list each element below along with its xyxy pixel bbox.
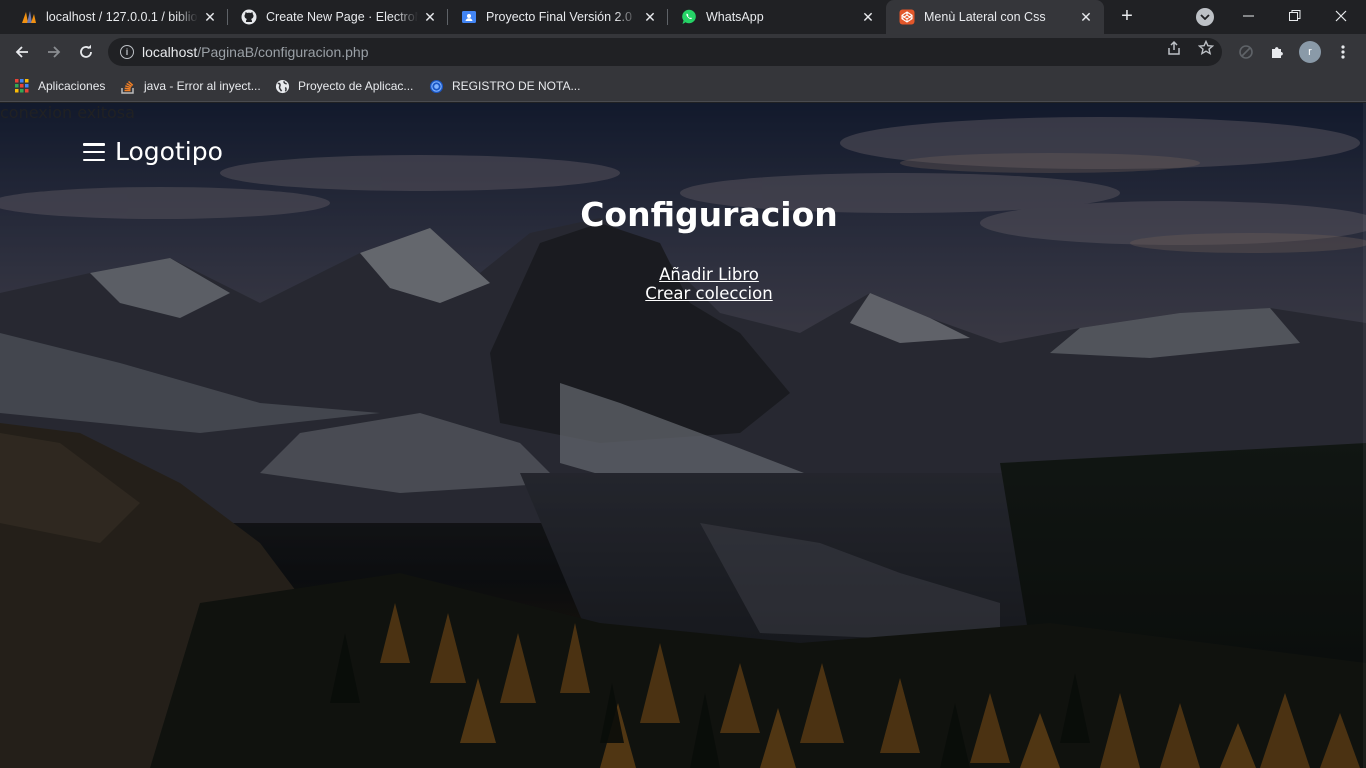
close-icon[interactable]: ✕	[1078, 9, 1094, 25]
url-path: /PaginaB/configuracion.php	[197, 44, 369, 60]
minimize-icon	[1243, 15, 1254, 17]
restore-button[interactable]	[1272, 0, 1318, 32]
github-icon	[240, 8, 258, 26]
restore-icon	[1289, 10, 1301, 21]
url-host: localhost	[142, 44, 198, 60]
create-collection-link[interactable]: Crear coleccion	[0, 284, 1366, 303]
new-tab-button[interactable]: +	[1116, 6, 1138, 28]
whatsapp-icon	[680, 8, 698, 26]
bookmark-label: java - Error al inyect...	[144, 79, 261, 93]
connection-status-text: conexion exitosa	[0, 103, 135, 122]
tab-title: Create New Page · ElectroMag	[266, 10, 418, 24]
apps-grid-icon	[14, 78, 30, 94]
tab-github[interactable]: Create New Page · ElectroMag ✕	[228, 0, 448, 34]
tab-phpmyadmin[interactable]: localhost / 127.0.0.1 / biblioteca ✕	[8, 0, 228, 34]
share-icon[interactable]	[1166, 40, 1182, 56]
page-title: Configuracion	[580, 195, 838, 234]
tab-title: Proyecto Final Versión 2.0	[486, 10, 632, 24]
address-bar[interactable]: i localhost/PaginaB/configuracion.php	[108, 38, 1222, 66]
logo-text[interactable]: Logotipo	[115, 137, 223, 166]
bookmark-registro-notas[interactable]: REGISTRO DE NOTA...	[428, 76, 580, 96]
bookmark-label: Aplicaciones	[38, 79, 106, 93]
close-icon[interactable]: ✕	[642, 9, 658, 25]
bookmark-star-icon[interactable]	[1198, 40, 1214, 56]
close-icon	[1335, 10, 1347, 22]
tab-search-button[interactable]	[1196, 8, 1214, 26]
bookmark-proyecto-aplicacion[interactable]: Proyecto de Aplicac...	[274, 76, 413, 96]
arrow-left-icon	[15, 46, 28, 58]
close-window-button[interactable]	[1318, 0, 1364, 32]
tab-classroom[interactable]: Proyecto Final Versión 2.0 ✕	[448, 0, 668, 34]
globe-icon	[274, 78, 290, 94]
tab-strip: localhost / 127.0.0.1 / biblioteca ✕ Cre…	[0, 0, 1366, 34]
close-icon[interactable]: ✕	[860, 9, 876, 25]
bookmark-aplicaciones[interactable]: Aplicaciones	[14, 76, 105, 96]
add-book-link[interactable]: Añadir Libro	[0, 265, 1366, 284]
close-icon[interactable]: ✕	[202, 9, 218, 25]
tab-whatsapp[interactable]: WhatsApp ✕	[668, 0, 886, 34]
google-classroom-icon	[460, 8, 478, 26]
browser-toolbar: i localhost/PaginaB/configuracion.php r	[0, 34, 1366, 70]
minimize-button[interactable]	[1226, 0, 1272, 32]
bookmark-java-error[interactable]: java - Error al inyect...	[120, 76, 261, 96]
bookmarks-bar: Aplicaciones java - Error al inyect... P…	[0, 70, 1366, 102]
tab-title: WhatsApp	[706, 10, 764, 24]
close-icon[interactable]: ✕	[422, 9, 438, 25]
reload-icon	[80, 44, 92, 58]
reload-button[interactable]	[72, 38, 100, 66]
bookmark-label: REGISTRO DE NOTA...	[452, 79, 581, 93]
chevron-down-icon	[1200, 14, 1210, 20]
hamburger-menu-icon[interactable]	[83, 141, 105, 163]
codepen-icon	[898, 8, 916, 26]
stackoverflow-icon	[120, 78, 136, 94]
arrow-right-icon	[48, 46, 61, 58]
registro-icon	[428, 78, 444, 94]
page-viewport: conexion exitosa Logotipo Configuracion …	[0, 103, 1366, 768]
tab-title: localhost / 127.0.0.1 / biblioteca	[46, 10, 198, 24]
forward-button[interactable]	[40, 38, 68, 66]
config-links: Añadir Libro Crear coleccion	[0, 265, 1366, 303]
more-menu-icon[interactable]	[1333, 42, 1353, 62]
profile-avatar[interactable]: r	[1299, 41, 1321, 63]
extensions-puzzle-icon[interactable]	[1268, 42, 1288, 62]
bookmark-label: Proyecto de Aplicac...	[298, 79, 414, 93]
phpmyadmin-icon	[20, 8, 38, 26]
tab-title: Menù Lateral con Css	[924, 10, 1046, 24]
extension-sync-icon[interactable]	[1236, 42, 1256, 62]
info-icon[interactable]: i	[120, 45, 134, 59]
tab-menu-lateral[interactable]: Menù Lateral con Css ✕	[886, 0, 1104, 34]
back-button[interactable]	[8, 38, 36, 66]
